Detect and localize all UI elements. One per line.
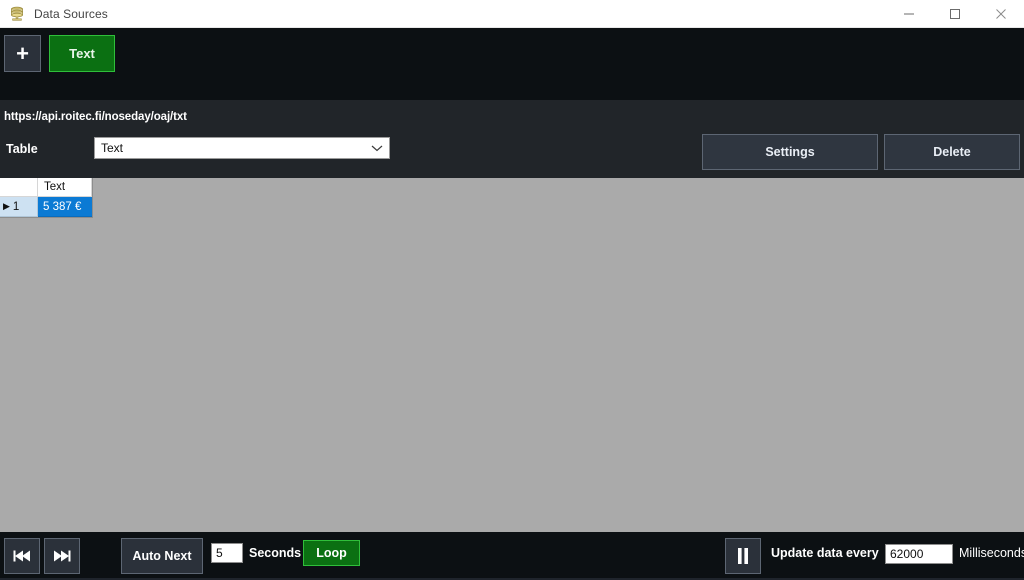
settings-button[interactable]: Settings [702,134,878,170]
close-icon[interactable] [978,0,1024,28]
grid-cell-text[interactable]: 5 387 € [38,197,92,217]
skip-back-button[interactable] [4,538,40,574]
grid-row-header[interactable]: ▶ 1 [0,197,38,217]
maximize-icon[interactable] [932,0,978,28]
grid-row-number: 1 [12,200,20,213]
minimize-icon[interactable] [886,0,932,28]
loop-button[interactable]: Loop [303,540,360,566]
update-interval-input[interactable]: 62000 [885,544,953,564]
table-select-value: Text [101,141,124,155]
add-source-button[interactable]: + [4,35,41,72]
data-grid[interactable]: Text ▶ 1 5 387 € [0,178,93,218]
grid-corner-cell[interactable] [0,178,38,197]
grid-header-row: Text [0,178,92,197]
skip-forward-button[interactable] [44,538,80,574]
skip-back-icon [12,549,32,563]
playback-bar: Auto Next 5 Seconds Loop Update data eve… [0,532,1024,580]
milliseconds-label: Milliseconds [959,546,1024,560]
pause-icon [735,547,751,565]
skip-forward-icon [52,549,72,563]
sources-toolbar: + Text [0,28,1024,100]
table-label: Table [6,142,38,156]
auto-next-button[interactable]: Auto Next [121,538,203,574]
database-stack-icon [6,4,28,24]
source-tab-text[interactable]: Text [49,35,115,72]
seconds-label: Seconds [249,546,302,560]
source-url: https://api.roitec.fi/noseday/oaj/txt [4,111,187,123]
window-titlebar: Data Sources [0,0,1024,28]
grid-column-header-text[interactable]: Text [38,178,92,197]
chevron-down-icon [371,144,383,152]
content-area: Text ▶ 1 5 387 € [0,178,1024,532]
update-interval-label: Update data every [771,546,879,560]
table-row[interactable]: ▶ 1 5 387 € [0,197,92,217]
pause-button[interactable] [725,538,761,574]
current-row-caret-icon: ▶ [3,201,10,211]
window-title: Data Sources [34,6,108,21]
delete-button[interactable]: Delete [884,134,1020,170]
table-select[interactable]: Text [94,137,390,159]
data-sources-window: Data Sources + Text https://api.roitec.f… [0,0,1024,580]
window-controls [886,0,1024,28]
seconds-input[interactable]: 5 [211,543,243,563]
